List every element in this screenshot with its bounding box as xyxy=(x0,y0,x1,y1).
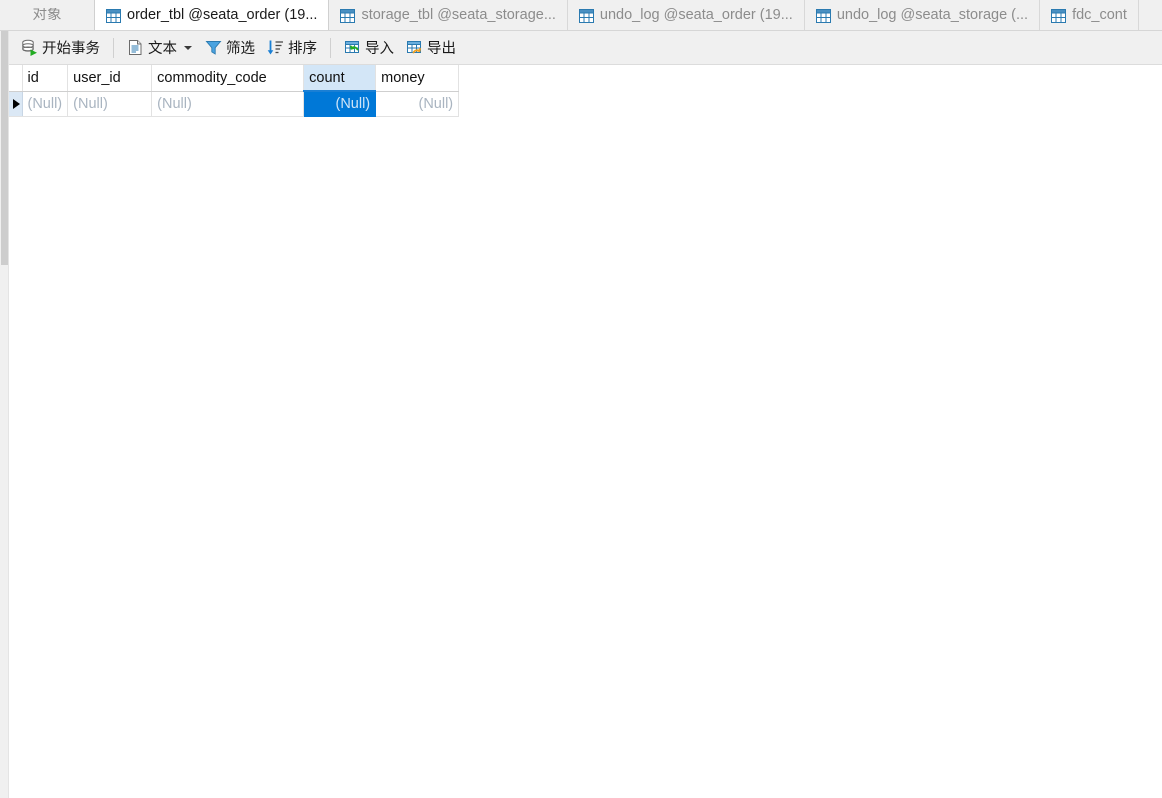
export-icon xyxy=(406,39,423,56)
tab-undo-log-storage[interactable]: undo_log @seata_storage (... xyxy=(804,0,1041,30)
tab-undo-log-order[interactable]: undo_log @seata_order (19... xyxy=(567,0,805,30)
cell-money[interactable]: (Null) xyxy=(375,91,460,117)
begin-transaction-icon xyxy=(21,39,38,56)
import-label: 导入 xyxy=(365,41,394,57)
column-header-label: money xyxy=(381,69,425,86)
column-header-user_id[interactable]: user_id xyxy=(67,65,153,92)
scrollbar-thumb[interactable] xyxy=(1,30,8,265)
toolbar-separator xyxy=(113,37,114,58)
column-header-label: user_id xyxy=(73,69,121,86)
filter-icon xyxy=(205,39,222,56)
tab-label: undo_log @seata_order (19... xyxy=(599,8,793,23)
navicat-window: 对象 order_tbl @seata_order (19... storage… xyxy=(0,0,1162,798)
tab-fdc-cont[interactable]: fdc_cont xyxy=(1040,0,1139,30)
sort-label: 排序 xyxy=(288,41,317,57)
header-row: id user_id commodity_code count money xyxy=(9,65,460,92)
export-button[interactable]: 导出 xyxy=(400,35,462,61)
left-panel-scrollbar[interactable] xyxy=(0,0,9,798)
tab-label: fdc_cont xyxy=(1072,8,1127,23)
export-label: 导出 xyxy=(427,41,456,57)
begin-transaction-button[interactable]: 开始事务 xyxy=(15,35,106,61)
cell-commodity_code[interactable]: (Null) xyxy=(151,91,305,117)
data-grid[interactable]: id user_id commodity_code count money (N… xyxy=(9,65,460,117)
table-icon xyxy=(1051,8,1067,23)
tab-objects[interactable]: 对象 xyxy=(0,0,95,30)
cell-user_id[interactable]: (Null) xyxy=(67,91,153,117)
data-grid-header: id user_id commodity_code count money xyxy=(9,65,460,92)
table-row[interactable]: (Null) (Null) (Null) (Null) (Null) xyxy=(9,91,460,117)
toolbar-separator xyxy=(330,37,331,58)
editor-tab-bar[interactable]: 对象 order_tbl @seata_order (19... storage… xyxy=(0,0,1162,31)
grid-toolbar[interactable]: 开始事务 文本 筛选 排序 导入 导出 xyxy=(9,31,1162,65)
table-icon xyxy=(106,8,121,23)
text-label: 文本 xyxy=(148,41,177,57)
column-header-id[interactable]: id xyxy=(22,65,69,92)
column-header-label: id xyxy=(27,69,39,86)
filter-label: 筛选 xyxy=(226,41,255,57)
tab-label: undo_log @seata_storage (... xyxy=(836,8,1029,23)
filter-button[interactable]: 筛选 xyxy=(199,35,261,61)
chevron-down-icon[interactable] xyxy=(184,45,192,50)
data-grid-body: (Null) (Null) (Null) (Null) (Null) xyxy=(9,91,460,117)
tab-label: 对象 xyxy=(32,8,62,23)
table-icon xyxy=(340,8,356,23)
import-icon xyxy=(344,39,361,56)
data-grid-table: id user_id commodity_code count money (N… xyxy=(9,65,460,117)
current-row-arrow-icon xyxy=(13,98,20,109)
row-header-corner xyxy=(9,65,23,92)
tab-label: storage_tbl @seata_storage... xyxy=(361,8,556,23)
column-header-count[interactable]: count xyxy=(303,65,377,92)
text-button[interactable]: 文本 xyxy=(121,35,199,61)
column-header-commodity_code[interactable]: commodity_code xyxy=(151,65,305,92)
begin-transaction-label: 开始事务 xyxy=(42,41,100,57)
cell-count[interactable]: (Null) xyxy=(303,91,377,117)
tab-order-tbl[interactable]: order_tbl @seata_order (19... xyxy=(95,0,330,30)
table-icon xyxy=(815,8,831,23)
column-header-label: commodity_code xyxy=(157,69,267,86)
tab-label: order_tbl @seata_order (19... xyxy=(127,8,318,23)
column-header-label: count xyxy=(309,69,345,86)
sort-button[interactable]: 排序 xyxy=(261,35,323,61)
table-icon xyxy=(578,8,594,23)
import-button[interactable]: 导入 xyxy=(338,35,400,61)
grid-empty-area xyxy=(9,117,1162,798)
sort-icon xyxy=(267,39,284,56)
cell-id[interactable]: (Null) xyxy=(22,91,69,117)
row-indicator[interactable] xyxy=(9,91,23,117)
tab-storage-tbl[interactable]: storage_tbl @seata_storage... xyxy=(329,0,568,30)
text-icon xyxy=(127,39,144,56)
column-header-money[interactable]: money xyxy=(375,65,460,92)
